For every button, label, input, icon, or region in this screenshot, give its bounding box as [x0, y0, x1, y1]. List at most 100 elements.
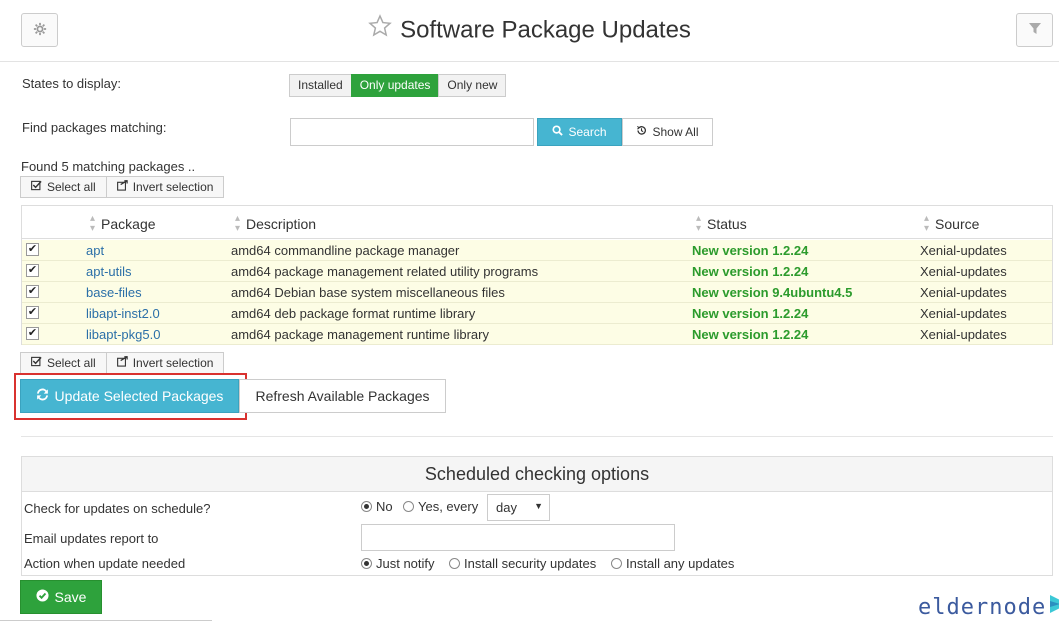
- invert-selection-button-top[interactable]: Invert selection: [105, 176, 225, 198]
- select-all-button-top[interactable]: Select all: [20, 176, 107, 198]
- brand-text: eldernode: [918, 594, 1047, 620]
- brand-logo: eldernode: [918, 593, 1059, 621]
- filter-icon: [1028, 22, 1041, 38]
- show-all-label: Show All: [652, 125, 699, 139]
- radio-check-no[interactable]: [361, 501, 372, 512]
- package-description: amd64 package management runtime library: [231, 327, 489, 342]
- row-checkbox[interactable]: ✔: [26, 306, 39, 319]
- sort-icon: ▴ ▾: [235, 213, 241, 234]
- column-header-description[interactable]: ▴ ▾ Description: [235, 214, 316, 234]
- select-all-label: Select all: [47, 356, 96, 370]
- action-any-option[interactable]: Install any updates: [611, 556, 734, 571]
- select-all-button-bottom[interactable]: Select all: [20, 352, 107, 374]
- interval-select[interactable]: day ▼: [487, 494, 550, 521]
- package-name[interactable]: libapt-inst2.0: [86, 306, 160, 321]
- states-label: States to display:: [22, 76, 121, 91]
- sort-icon: ▴ ▾: [696, 213, 702, 234]
- table-row[interactable]: ✔ base-files amd64 Debian base system mi…: [22, 282, 1052, 303]
- select-all-label: Select all: [47, 180, 96, 194]
- found-count-text: Found 5 matching packages ..: [21, 159, 196, 174]
- table-row[interactable]: ✔ libapt-pkg5.0 amd64 package management…: [22, 324, 1052, 345]
- radio-any[interactable]: [611, 558, 622, 569]
- invert-selection-button-bottom[interactable]: Invert selection: [105, 352, 225, 374]
- radio-just-notify[interactable]: [361, 558, 372, 569]
- table-row[interactable]: ✔ libapt-inst2.0 amd64 deb package forma…: [22, 303, 1052, 324]
- invert-icon: [116, 177, 128, 197]
- check-schedule-label: Check for updates on schedule?: [24, 501, 211, 516]
- package-status: New version 1.2.24: [692, 306, 809, 321]
- page-header: Software Package Updates: [0, 0, 1059, 62]
- invert-selection-label: Invert selection: [132, 356, 214, 370]
- package-source: Xenial-updates: [920, 243, 1007, 258]
- invert-icon: [116, 353, 128, 373]
- package-description: amd64 deb package format runtime library: [231, 306, 476, 321]
- column-header-source[interactable]: ▴ ▾ Source: [924, 214, 979, 234]
- row-checkbox[interactable]: ✔: [26, 327, 39, 340]
- radio-security[interactable]: [449, 558, 460, 569]
- state-only-updates[interactable]: Only updates: [350, 74, 440, 97]
- package-source: Xenial-updates: [920, 327, 1007, 342]
- refresh-available-button[interactable]: Refresh Available Packages: [239, 379, 446, 413]
- package-status: New version 1.2.24: [692, 243, 809, 258]
- search-input[interactable]: [290, 118, 534, 146]
- footer-line: [0, 620, 212, 621]
- package-status: New version 9.4ubuntu4.5: [692, 285, 853, 300]
- check-square-icon: [31, 177, 42, 197]
- packages-table: ▴ ▾ Package ▴ ▾ Description ▴ ▾ Status ▴ ▾ S…: [21, 205, 1053, 345]
- action-needed-label: Action when update needed: [24, 556, 186, 571]
- search-button-label: Search: [568, 125, 607, 139]
- table-header: ▴ ▾ Package ▴ ▾ Description ▴ ▾ Status ▴ ▾ S…: [22, 206, 1052, 239]
- history-icon: [636, 125, 647, 139]
- selection-toolbar-bottom: Select all Invert selection: [20, 352, 225, 374]
- update-selected-label: Update Selected Packages: [54, 388, 224, 404]
- search-button[interactable]: Search: [537, 118, 622, 146]
- selection-toolbar-top: Select all Invert selection: [20, 176, 225, 198]
- package-source: Xenial-updates: [920, 264, 1007, 279]
- package-source: Xenial-updates: [920, 306, 1007, 321]
- sort-icon: ▴ ▾: [90, 213, 96, 234]
- search-icon: [552, 125, 564, 139]
- refresh-icon: [36, 388, 49, 404]
- check-circle-icon: [35, 589, 49, 605]
- package-name[interactable]: base-files: [86, 285, 142, 300]
- update-selected-button[interactable]: Update Selected Packages: [20, 379, 239, 413]
- page-title-wrap: Software Package Updates: [0, 14, 1059, 47]
- package-name[interactable]: apt: [86, 243, 104, 258]
- row-checkbox[interactable]: ✔: [26, 243, 39, 256]
- package-status: New version 1.2.24: [692, 327, 809, 342]
- table-row[interactable]: ✔ apt amd64 commandline package manager …: [22, 240, 1052, 261]
- star-icon[interactable]: [368, 14, 392, 47]
- caret-down-icon: ▼: [534, 501, 543, 511]
- package-name[interactable]: libapt-pkg5.0: [86, 327, 160, 342]
- row-checkbox[interactable]: ✔: [26, 264, 39, 277]
- filter-button[interactable]: [1016, 13, 1053, 47]
- radio-check-yes[interactable]: [403, 501, 414, 512]
- action-just-notify-option[interactable]: Just notify: [361, 556, 435, 571]
- table-row[interactable]: ✔ apt-utils amd64 package management rel…: [22, 261, 1052, 282]
- package-description: amd64 package management related utility…: [231, 264, 539, 279]
- show-all-button[interactable]: Show All: [622, 118, 713, 146]
- find-label: Find packages matching:: [22, 120, 167, 135]
- package-status: New version 1.2.24: [692, 264, 809, 279]
- check-square-icon: [31, 353, 42, 373]
- state-installed[interactable]: Installed: [289, 74, 352, 97]
- action-security-option[interactable]: Install security updates: [449, 556, 596, 571]
- state-only-new[interactable]: Only new: [438, 74, 507, 97]
- check-yes-option[interactable]: Yes, every: [403, 499, 478, 514]
- section-divider: [21, 436, 1053, 437]
- states-toggle-group: Installed Only updates Only new: [289, 74, 507, 97]
- package-name[interactable]: apt-utils: [86, 264, 132, 279]
- save-button[interactable]: Save: [20, 580, 102, 614]
- package-source: Xenial-updates: [920, 285, 1007, 300]
- email-report-label: Email updates report to: [24, 531, 159, 546]
- play-arrow-icon: [1048, 593, 1059, 621]
- page-title: Software Package Updates: [400, 16, 691, 44]
- column-header-package[interactable]: ▴ ▾ Package: [90, 214, 156, 234]
- row-checkbox[interactable]: ✔: [26, 285, 39, 298]
- email-input[interactable]: [361, 524, 675, 551]
- invert-selection-label: Invert selection: [132, 180, 214, 194]
- sort-icon: ▴ ▾: [924, 213, 930, 234]
- package-description: amd64 Debian base system miscellaneous f…: [231, 285, 505, 300]
- check-no-option[interactable]: No: [361, 499, 393, 514]
- column-header-status[interactable]: ▴ ▾ Status: [696, 214, 747, 234]
